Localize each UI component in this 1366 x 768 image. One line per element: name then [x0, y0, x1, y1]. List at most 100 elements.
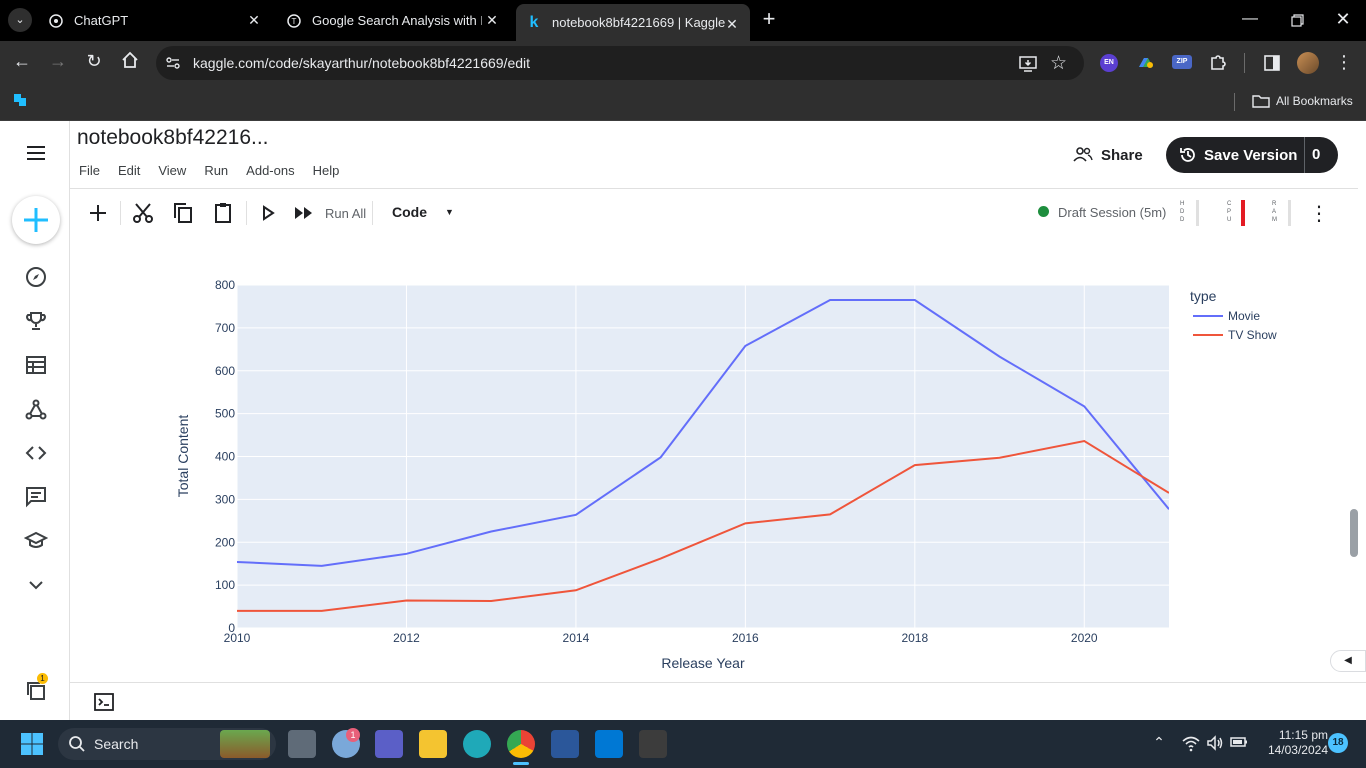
- chrome-icon[interactable]: [507, 730, 535, 758]
- more-options-icon[interactable]: ⋮: [1308, 201, 1330, 225]
- windows-start-icon[interactable]: [20, 732, 44, 756]
- home-icon[interactable]: [118, 50, 142, 74]
- compass-icon[interactable]: [24, 265, 48, 289]
- session-status-dot: [1038, 206, 1049, 217]
- wifi-icon[interactable]: [1182, 734, 1200, 752]
- install-app-icon[interactable]: [1018, 54, 1038, 74]
- learn-icon[interactable]: [23, 529, 49, 553]
- reload-icon[interactable]: ↻: [82, 51, 106, 75]
- tab-search-dropdown[interactable]: ⌄: [8, 8, 32, 32]
- ram-meter: RAM: [1272, 200, 1294, 226]
- trophy-icon[interactable]: [24, 309, 48, 333]
- terminal-icon[interactable]: [639, 730, 667, 758]
- session-status-label[interactable]: Draft Session (5m): [1058, 205, 1166, 220]
- menu-edit[interactable]: Edit: [118, 163, 140, 178]
- code-icon[interactable]: [24, 441, 48, 465]
- clock[interactable]: 11:15 pm 14/03/2024: [1256, 728, 1328, 760]
- taskbar-search[interactable]: Search: [58, 728, 276, 760]
- close-icon[interactable]: ✕: [246, 12, 262, 28]
- menu-help[interactable]: Help: [313, 163, 340, 178]
- share-label: Share: [1101, 146, 1143, 164]
- y-tick-label: 100: [215, 578, 235, 592]
- menu-file[interactable]: File: [79, 163, 100, 178]
- tab-label: ChatGPT: [74, 13, 129, 28]
- save-version-button[interactable]: Save Version 0: [1166, 137, 1338, 173]
- extensions-puzzle-icon[interactable]: [1208, 52, 1228, 72]
- notebook-menu-bar: File Edit View Run Add-ons Help: [79, 163, 357, 178]
- run-all-label[interactable]: Run All: [325, 206, 366, 221]
- forward-arrow-icon[interactable]: →: [46, 51, 70, 75]
- battery-icon[interactable]: [1230, 735, 1248, 749]
- tab-chatgpt[interactable]: ChatGPT ✕: [40, 0, 272, 41]
- edge-icon[interactable]: [463, 730, 491, 758]
- word-icon[interactable]: [551, 730, 579, 758]
- notification-count-badge[interactable]: 18: [1328, 733, 1348, 753]
- y-tick-label: 500: [215, 407, 235, 421]
- menu-run[interactable]: Run: [204, 163, 228, 178]
- tab-kaggle-notebook[interactable]: k notebook8bf4221669 | Kaggle ✕: [516, 4, 750, 41]
- extension-drive-icon[interactable]: [1136, 53, 1156, 73]
- vscode-icon[interactable]: [595, 730, 623, 758]
- hdd-label: HDD: [1180, 201, 1185, 223]
- extension-en-icon[interactable]: EN: [1100, 54, 1118, 72]
- run-cell-icon[interactable]: [256, 201, 280, 225]
- models-icon[interactable]: [24, 398, 48, 422]
- kaggle-side-nav: 1: [0, 121, 70, 720]
- teams-meet-icon[interactable]: [375, 730, 403, 758]
- back-arrow-icon[interactable]: ←: [10, 51, 34, 75]
- run-all-icon[interactable]: [292, 201, 316, 225]
- side-panel-icon[interactable]: [1262, 53, 1282, 73]
- profile-avatar[interactable]: [1297, 52, 1319, 74]
- chevron-up-icon[interactable]: ⌃: [1150, 734, 1168, 752]
- create-button[interactable]: [12, 196, 60, 244]
- cell-output: 0 100 200 300 400 500 600 700 800 2010 2012 2014 201…: [70, 236, 1358, 682]
- collapse-panel-button[interactable]: ◀: [1330, 650, 1366, 672]
- volume-icon[interactable]: [1206, 734, 1224, 752]
- file-explorer-icon[interactable]: [419, 730, 447, 758]
- copy-icon[interactable]: [171, 201, 195, 225]
- console-icon[interactable]: [94, 693, 114, 711]
- hdd-meter: HDD: [1180, 200, 1202, 226]
- legend-item-label[interactable]: Movie: [1228, 309, 1260, 323]
- cpu-bar: [1241, 200, 1245, 226]
- all-bookmarks-button[interactable]: All Bookmarks: [1252, 91, 1353, 111]
- chevron-down-icon[interactable]: [24, 573, 48, 597]
- new-tab-button[interactable]: +: [758, 8, 780, 30]
- cell-type-select[interactable]: Code ▼: [392, 204, 454, 220]
- kaggle-icon: k: [529, 13, 539, 31]
- add-cell-icon[interactable]: [86, 201, 110, 225]
- scrollbar-thumb[interactable]: [1350, 509, 1358, 557]
- cpu-label: CPU: [1227, 201, 1232, 223]
- hamburger-menu-icon[interactable]: [24, 141, 48, 165]
- notebook-title[interactable]: notebook8bf42216...: [77, 126, 269, 150]
- table-icon[interactable]: [24, 353, 48, 377]
- paste-icon[interactable]: [211, 201, 235, 225]
- extension-zip-icon[interactable]: ZIP: [1172, 55, 1192, 69]
- divider: [1244, 53, 1245, 73]
- tab-label: notebook8bf4221669 | Kaggle: [552, 15, 726, 30]
- close-icon[interactable]: ✕: [724, 16, 740, 32]
- divider: [1304, 137, 1305, 173]
- history-icon: [1180, 148, 1195, 162]
- notebook-toolbar: Run All Code ▼ Draft Session (5m) HDD CP…: [70, 188, 1358, 235]
- restore-button[interactable]: [1287, 10, 1307, 30]
- bookmark-star-icon[interactable]: ☆: [1050, 52, 1070, 74]
- share-button[interactable]: Share: [1073, 140, 1143, 170]
- close-icon[interactable]: ✕: [484, 12, 500, 28]
- kaggle-extension-icon[interactable]: [12, 92, 28, 108]
- menu-add-ons[interactable]: Add-ons: [246, 163, 294, 178]
- legend-item-label[interactable]: TV Show: [1228, 328, 1277, 342]
- cut-icon[interactable]: [131, 201, 155, 225]
- tab-google-search-analysis[interactable]: T Google Search Analysis with Py ✕: [278, 0, 510, 41]
- search-highlight-image: [220, 730, 270, 758]
- minimize-button[interactable]: —: [1240, 10, 1260, 30]
- site-info-icon[interactable]: [165, 55, 181, 71]
- address-bar[interactable]: kaggle.com/code/skayarthur/notebook8bf42…: [156, 46, 1084, 80]
- menu-view[interactable]: View: [158, 163, 186, 178]
- divider: [120, 201, 121, 225]
- chrome-menu-icon[interactable]: ⋮: [1334, 52, 1354, 72]
- window-close-button[interactable]: ✕: [1333, 9, 1353, 29]
- discussion-icon[interactable]: [24, 484, 48, 508]
- task-view-icon[interactable]: [288, 730, 316, 758]
- plus-icon: [24, 208, 48, 232]
